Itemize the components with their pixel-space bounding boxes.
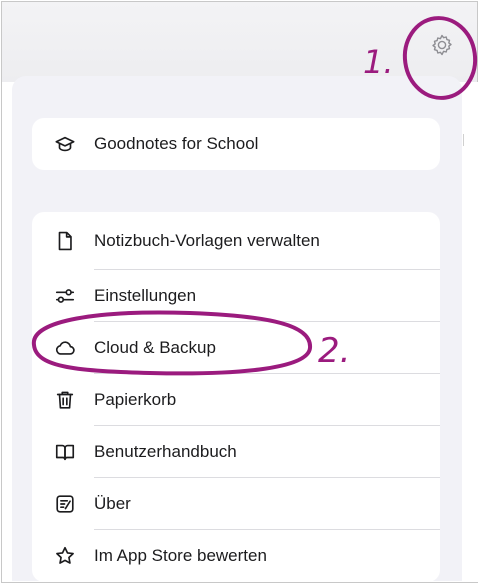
graduation-cap-icon <box>55 136 75 152</box>
settings-popover: Goodnotes for School Notizbuch-Vorlagen … <box>12 76 462 582</box>
menu-item-cloud-backup[interactable]: Cloud & Backup <box>32 322 440 374</box>
menu-item-label: Papierkorb <box>94 390 177 409</box>
menu-item-settings[interactable]: Einstellungen <box>32 270 440 322</box>
menu-item-label: Cloud & Backup <box>94 338 216 357</box>
menu-item-trash[interactable]: Papierkorb <box>32 374 440 426</box>
menu-item-about[interactable]: Über <box>32 478 440 530</box>
school-card: Goodnotes for School <box>32 118 440 170</box>
gear-icon[interactable] <box>430 33 454 57</box>
menu-item-rate-app[interactable]: Im App Store bewerten <box>32 530 440 582</box>
notepad-icon <box>56 495 74 513</box>
menu-item-label: Notizbuch-Vorlagen verwalten <box>94 231 320 250</box>
menu-card: Notizbuch-Vorlagen verwalten Einstellung… <box>32 212 440 582</box>
menu-item-user-guide[interactable]: Benutzerhandbuch <box>32 426 440 478</box>
cloud-icon <box>55 341 75 355</box>
goodnotes-for-school-item[interactable]: Goodnotes for School <box>32 118 440 170</box>
star-icon <box>56 546 74 564</box>
sliders-icon <box>55 289 75 303</box>
menu-item-label: Benutzerhandbuch <box>94 442 237 461</box>
book-icon <box>55 444 75 461</box>
top-toolbar <box>2 2 477 82</box>
background-strip <box>463 82 478 582</box>
menu-item-label: Im App Store bewerten <box>94 546 267 565</box>
menu-item-label: Einstellungen <box>94 286 197 305</box>
menu-item-label: Über <box>94 494 131 513</box>
goodnotes-for-school-label: Goodnotes for School <box>94 134 259 153</box>
trash-icon <box>56 391 74 409</box>
menu-item-notebook-templates[interactable]: Notizbuch-Vorlagen verwalten <box>32 212 440 270</box>
document-icon <box>58 231 72 251</box>
app-window: Goodnotes for School Notizbuch-Vorlagen … <box>1 1 478 583</box>
